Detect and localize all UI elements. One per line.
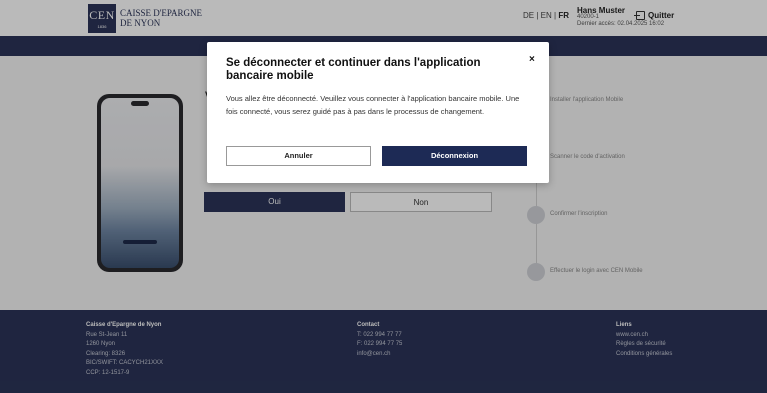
logout-dialog: Se déconnecter et continuer dans l'appli…: [207, 42, 549, 183]
logout-button[interactable]: Déconnexion: [382, 146, 527, 166]
close-icon[interactable]: ×: [529, 54, 535, 65]
dialog-message: Vous allez être déconnecté. Veuillez vou…: [226, 94, 520, 116]
cancel-button[interactable]: Annuler: [226, 146, 371, 166]
dialog-title: Se déconnecter et continuer dans l'appli…: [226, 57, 481, 82]
